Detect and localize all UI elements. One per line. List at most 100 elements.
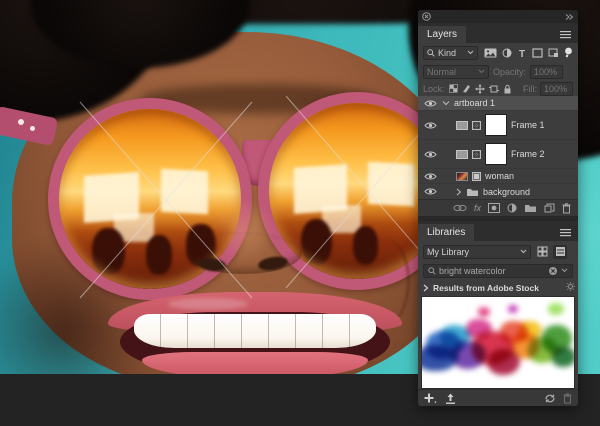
frame-mask-thumbnail[interactable]	[485, 143, 507, 165]
layers-panel-menu-button[interactable]	[559, 30, 572, 39]
opacity-label: Opacity:	[493, 67, 526, 77]
lock-position-icon[interactable]	[475, 84, 485, 94]
blend-mode-value: Normal	[427, 67, 475, 77]
grid-view-icon	[537, 246, 548, 257]
hamburger-menu-icon	[559, 30, 572, 39]
filter-type-buttons: T	[484, 47, 573, 58]
chevron-down-icon	[478, 69, 485, 74]
lock-pixels-icon[interactable]	[462, 84, 471, 93]
layer-name[interactable]: background	[483, 187, 530, 197]
search-scope-chevron-icon[interactable]	[561, 268, 568, 273]
chevron-down-icon	[520, 249, 527, 254]
layer-name[interactable]: artboard 1	[454, 98, 495, 108]
chevron-down-icon	[467, 50, 474, 55]
hamburger-menu-icon	[559, 228, 572, 237]
tab-layers[interactable]: Layers	[418, 26, 466, 43]
layer-filter-row: Kind T	[418, 43, 578, 62]
layers-tab-label: Layers	[427, 29, 457, 40]
libraries-panel-menu-button[interactable]	[559, 228, 572, 237]
visibility-toggle[interactable]	[422, 150, 438, 159]
layer-name[interactable]: Frame 1	[511, 120, 545, 130]
filter-toggle-icon[interactable]	[564, 47, 573, 58]
layer-style-fx-icon[interactable]: fx	[474, 203, 481, 213]
link-layers-icon[interactable]	[453, 204, 467, 212]
smart-object-filter-icon[interactable]	[548, 48, 559, 58]
layers-tab-bar: Layers	[418, 23, 578, 43]
adjustment-layer-filter-icon[interactable]	[502, 48, 512, 58]
fill-label: Fill:	[523, 84, 537, 94]
frame-badge-icon	[472, 150, 481, 159]
library-name: My Library	[427, 247, 517, 257]
layer-name[interactable]: woman	[485, 171, 514, 181]
adjustment-layer-icon[interactable]	[507, 203, 517, 213]
visibility-toggle[interactable]	[422, 99, 438, 108]
group-folder-icon	[466, 187, 479, 197]
type-layer-filter-icon[interactable]: T	[517, 48, 527, 58]
search-icon	[427, 49, 435, 57]
libraries-tab-bar: Libraries	[418, 221, 578, 241]
trash-icon[interactable]	[563, 393, 572, 404]
delete-layer-icon[interactable]	[562, 203, 571, 214]
photoshop-app: Layers Kind	[0, 0, 600, 426]
layer-row-frame-2[interactable]: Frame 2	[418, 140, 578, 169]
lock-row: Lock:	[418, 81, 578, 96]
visibility-toggle[interactable]	[422, 187, 438, 196]
grid-view-button[interactable]	[535, 245, 549, 259]
watercolor-splatter	[508, 305, 518, 313]
libraries-toolbar-right	[544, 393, 572, 404]
search-icon	[428, 267, 436, 275]
chevron-right-icon[interactable]	[456, 188, 462, 196]
layer-row-artboard-1[interactable]: artboard 1	[418, 96, 578, 111]
search-query-text: bright watercolor	[439, 266, 545, 276]
stock-results-header[interactable]: Results from Adobe Stock	[418, 279, 578, 296]
eye-icon	[424, 99, 437, 108]
lock-artboard-nesting-icon[interactable]	[489, 84, 499, 94]
tab-libraries[interactable]: Libraries	[418, 224, 474, 241]
library-dropdown[interactable]: My Library	[423, 245, 531, 259]
layer-row-woman[interactable]: woman	[418, 169, 578, 184]
list-view-icon	[555, 246, 566, 257]
filter-kind-value: Kind	[438, 48, 464, 58]
watercolor-splatter	[548, 303, 564, 315]
sync-status-gear-icon	[566, 282, 575, 291]
chevron-down-icon[interactable]	[442, 100, 450, 106]
list-view-button[interactable]	[553, 245, 567, 259]
visibility-toggle[interactable]	[422, 172, 438, 181]
svg-text:T: T	[519, 49, 525, 58]
library-select-row: My Library	[418, 241, 578, 262]
eye-icon	[424, 121, 437, 130]
layer-row-frame-1[interactable]: Frame 1	[418, 111, 578, 140]
frame-content-thumbnail[interactable]	[456, 150, 468, 159]
libraries-toolbar	[418, 389, 578, 406]
library-search-input[interactable]: bright watercolor	[423, 264, 573, 278]
new-group-icon[interactable]	[524, 203, 537, 213]
clear-search-icon[interactable]	[548, 266, 558, 276]
add-library-item-icon[interactable]	[424, 393, 437, 404]
shape-layer-filter-icon[interactable]	[532, 48, 543, 58]
layer-name[interactable]: Frame 2	[511, 149, 545, 159]
close-icon[interactable]	[422, 12, 431, 21]
stock-image-watercolor[interactable]	[421, 296, 575, 389]
visibility-toggle[interactable]	[422, 121, 438, 130]
add-mask-icon[interactable]	[488, 203, 500, 213]
collapse-panel-icon[interactable]	[565, 13, 574, 21]
lock-all-icon[interactable]	[503, 84, 512, 94]
frame-content-thumbnail[interactable]	[456, 121, 468, 130]
layers-list: artboard 1 Frame 1	[418, 96, 578, 199]
sync-icon[interactable]	[544, 393, 556, 404]
filter-kind-dropdown[interactable]: Kind	[423, 46, 478, 60]
layer-row-background[interactable]: background	[418, 184, 578, 199]
layers-toolbar: fx	[418, 199, 578, 216]
frame-mask-thumbnail[interactable]	[485, 114, 507, 136]
upload-icon[interactable]	[445, 393, 456, 404]
opacity-dropdown[interactable]: 100%	[530, 65, 563, 79]
new-layer-icon[interactable]	[544, 203, 555, 213]
watercolor-blob	[552, 347, 575, 367]
blend-mode-dropdown[interactable]: Normal	[423, 65, 489, 79]
fill-dropdown[interactable]: 100%	[540, 82, 573, 96]
pixel-layer-filter-icon[interactable]	[484, 48, 497, 58]
panel-titlebar[interactable]	[418, 10, 578, 23]
layer-thumbnail[interactable]	[456, 172, 468, 181]
lock-transparency-icon[interactable]	[449, 84, 458, 93]
fill-group: Fill: 100%	[523, 82, 573, 96]
